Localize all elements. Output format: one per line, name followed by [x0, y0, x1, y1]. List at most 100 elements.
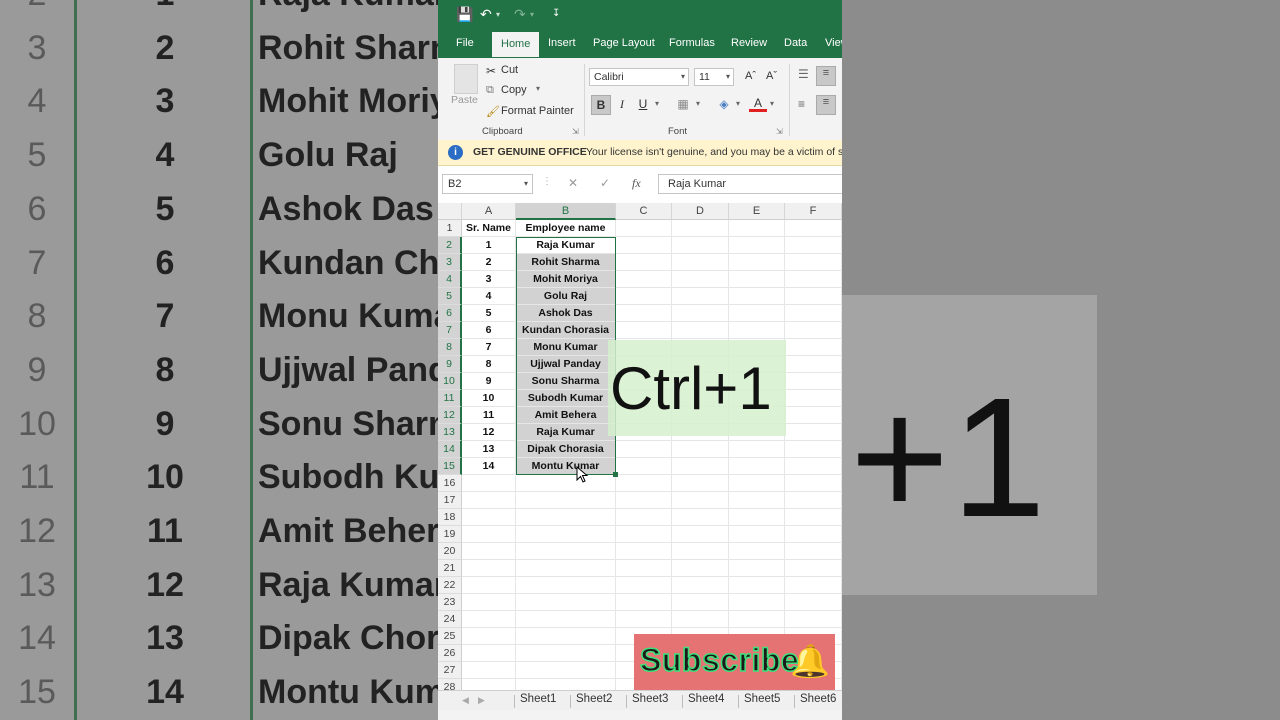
- cell[interactable]: [672, 305, 729, 322]
- underline-dropdown-icon[interactable]: ▾: [655, 99, 659, 108]
- formula-input[interactable]: Raja Kumar: [658, 174, 842, 194]
- cell[interactable]: [672, 509, 729, 526]
- cell[interactable]: [462, 543, 516, 560]
- cell[interactable]: [785, 577, 842, 594]
- cell[interactable]: [785, 322, 842, 339]
- cell[interactable]: [616, 220, 672, 237]
- name-cell[interactable]: Rohit Sharma: [516, 254, 616, 271]
- cell[interactable]: [616, 305, 672, 322]
- cell[interactable]: [616, 526, 672, 543]
- borders-icon[interactable]: ▦: [674, 95, 692, 113]
- font-color-icon[interactable]: A: [749, 95, 767, 112]
- decrease-font-icon[interactable]: Aˇ: [766, 70, 777, 82]
- paste-button[interactable]: Paste: [451, 94, 478, 106]
- fill-color-dropdown-icon[interactable]: ▾: [736, 99, 740, 108]
- name-cell[interactable]: Monu Kumar: [516, 339, 616, 356]
- subscribe-badge[interactable]: Subscribe 🔔: [634, 634, 835, 690]
- cell[interactable]: [462, 577, 516, 594]
- cell[interactable]: [616, 594, 672, 611]
- cell[interactable]: [516, 679, 616, 690]
- undo-icon[interactable]: ↶: [480, 6, 492, 23]
- cancel-icon[interactable]: ✕: [568, 176, 578, 190]
- sr-cell[interactable]: 9: [462, 373, 516, 390]
- cell[interactable]: [729, 441, 785, 458]
- cell[interactable]: [729, 509, 785, 526]
- cell[interactable]: [672, 611, 729, 628]
- cell[interactable]: [785, 305, 842, 322]
- cell[interactable]: [616, 577, 672, 594]
- cell[interactable]: [729, 577, 785, 594]
- name-box[interactable]: B2 ▾: [442, 174, 533, 194]
- sr-cell[interactable]: 11: [462, 407, 516, 424]
- cell[interactable]: [516, 560, 616, 577]
- customize-qat-icon[interactable]: ↧: [552, 8, 560, 19]
- cell[interactable]: [729, 543, 785, 560]
- name-cell[interactable]: Ujjwal Panday: [516, 356, 616, 373]
- row-header[interactable]: 28: [438, 679, 462, 690]
- tab-review[interactable]: Review: [731, 37, 767, 49]
- sr-cell[interactable]: 5: [462, 305, 516, 322]
- sheet-tab-5[interactable]: Sheet5: [744, 693, 780, 705]
- cell[interactable]: [616, 475, 672, 492]
- cell[interactable]: [785, 288, 842, 305]
- cell[interactable]: [462, 492, 516, 509]
- cell[interactable]: [516, 662, 616, 679]
- cell[interactable]: [729, 611, 785, 628]
- undo-dropdown-icon[interactable]: ▾: [496, 10, 500, 19]
- cell[interactable]: [616, 254, 672, 271]
- name-cell[interactable]: Montu Kumar: [516, 458, 616, 475]
- redo-dropdown-icon[interactable]: ▾: [530, 10, 534, 19]
- cell[interactable]: [462, 594, 516, 611]
- cell[interactable]: [729, 560, 785, 577]
- cell[interactable]: [785, 424, 842, 441]
- cell[interactable]: [616, 543, 672, 560]
- cell[interactable]: [785, 220, 842, 237]
- cell[interactable]: [616, 560, 672, 577]
- cell[interactable]: [672, 254, 729, 271]
- row-header[interactable]: 1: [438, 220, 462, 237]
- cell[interactable]: [785, 475, 842, 492]
- header-cell-sr[interactable]: Sr. Name: [462, 220, 516, 237]
- cell[interactable]: [462, 662, 516, 679]
- row-header[interactable]: 16: [438, 475, 462, 492]
- row-header[interactable]: 5: [438, 288, 462, 305]
- row-header[interactable]: 12: [438, 407, 462, 424]
- name-cell[interactable]: Subodh Kumar: [516, 390, 616, 407]
- cell[interactable]: [462, 679, 516, 690]
- cell[interactable]: [785, 509, 842, 526]
- sr-cell[interactable]: 4: [462, 288, 516, 305]
- cell[interactable]: [516, 628, 616, 645]
- cell[interactable]: [785, 390, 842, 407]
- cell[interactable]: [616, 288, 672, 305]
- tab-formulas[interactable]: Formulas: [669, 37, 715, 49]
- name-cell[interactable]: Ashok Das: [516, 305, 616, 322]
- cell[interactable]: [672, 288, 729, 305]
- cell[interactable]: [672, 458, 729, 475]
- cell[interactable]: [672, 492, 729, 509]
- spreadsheet-grid[interactable]: ABCDEF 1 2 3 4 5 6 7 8 9 10 11 12 13 14 15 16 17 18 19 20 21…: [438, 203, 842, 690]
- row-header[interactable]: 22: [438, 577, 462, 594]
- sr-cell[interactable]: 8: [462, 356, 516, 373]
- format-painter-button[interactable]: Format Painter: [501, 105, 574, 117]
- sr-cell[interactable]: 6: [462, 322, 516, 339]
- row-header[interactable]: 7: [438, 322, 462, 339]
- cell[interactable]: [785, 373, 842, 390]
- row-header[interactable]: 10: [438, 373, 462, 390]
- tab-home[interactable]: Home: [492, 32, 540, 57]
- cell[interactable]: [729, 322, 785, 339]
- align-top-icon[interactable]: ☰: [798, 67, 809, 81]
- cell[interactable]: [785, 526, 842, 543]
- sheet-tab-3[interactable]: Sheet3: [632, 693, 668, 705]
- font-launcher-icon[interactable]: ⇲: [776, 127, 783, 136]
- sr-cell[interactable]: 3: [462, 271, 516, 288]
- cell[interactable]: [462, 509, 516, 526]
- prev-sheet-icon[interactable]: ◀: [462, 695, 469, 706]
- cell[interactable]: [729, 458, 785, 475]
- cell[interactable]: [785, 339, 842, 356]
- column-header-a[interactable]: A: [462, 203, 516, 220]
- sr-cell[interactable]: 2: [462, 254, 516, 271]
- cell[interactable]: [516, 509, 616, 526]
- tab-page-layout[interactable]: Page Layout: [593, 37, 655, 49]
- bold-button[interactable]: B: [591, 95, 611, 115]
- cell[interactable]: [672, 543, 729, 560]
